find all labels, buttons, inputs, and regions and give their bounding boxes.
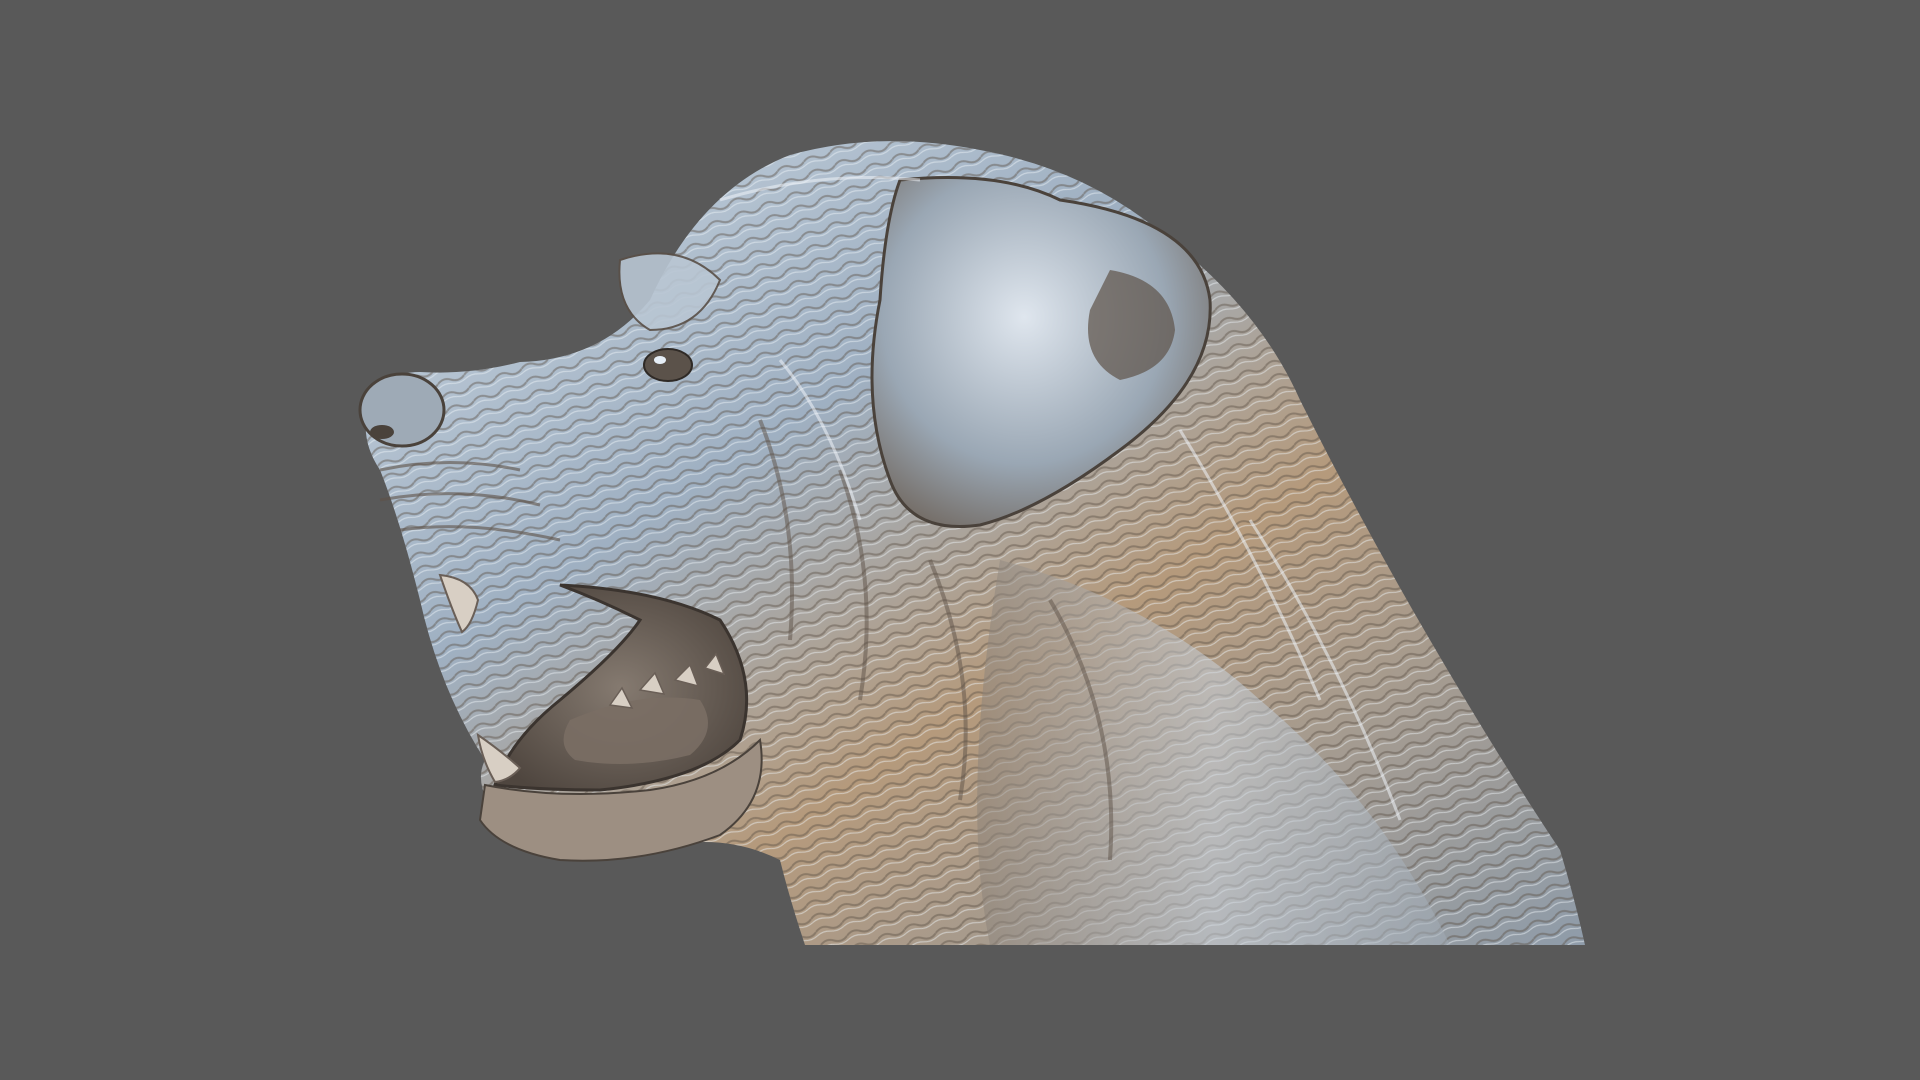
render-viewport — [0, 0, 1920, 1080]
eye-highlight — [654, 356, 666, 364]
eye — [643, 348, 693, 382]
dog-head-render — [358, 141, 1585, 946]
nostril — [370, 425, 394, 439]
